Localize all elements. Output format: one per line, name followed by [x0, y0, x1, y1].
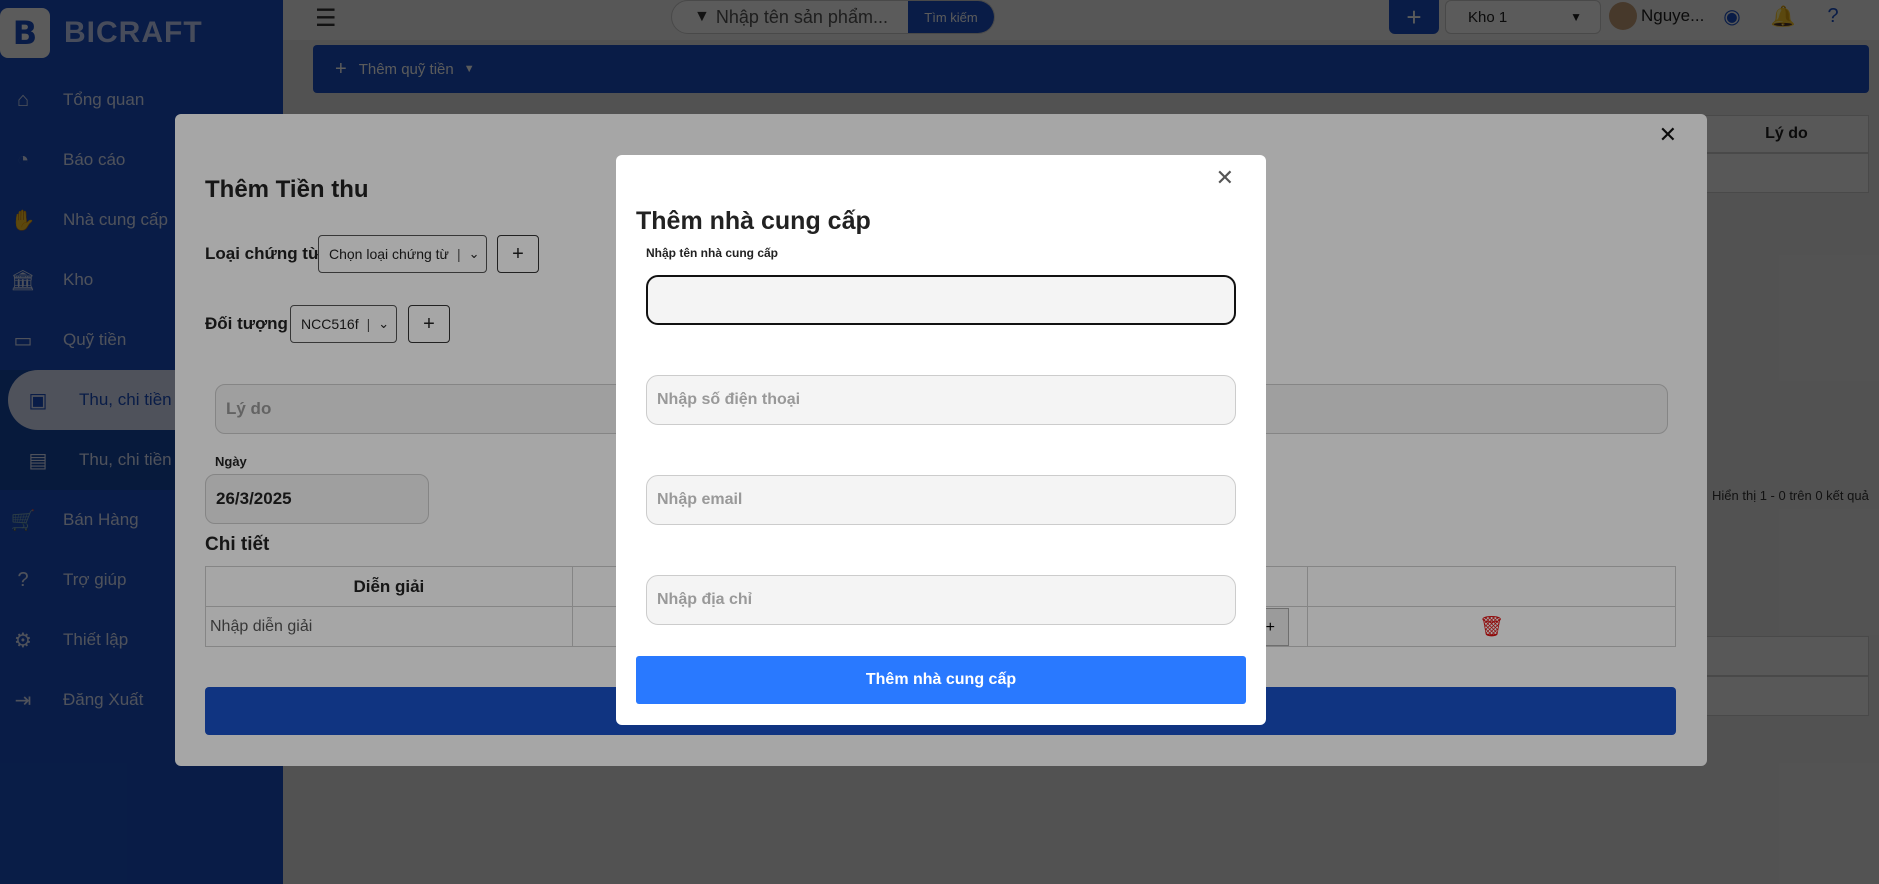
add-supplier-modal: ✕ Thêm nhà cung cấp Nhập tên nhà cung cấ…	[616, 155, 1266, 725]
phone-input[interactable]: Nhập số điện thoại	[646, 375, 1236, 425]
supplier-name-input[interactable]	[646, 275, 1236, 325]
supplier-name-label: Nhập tên nhà cung cấp	[646, 246, 779, 260]
address-input[interactable]: Nhập địa chỉ	[646, 575, 1236, 625]
close-icon[interactable]: ✕	[1216, 165, 1234, 191]
app-root: B BICRAFT ⌂ Tổng quan ◔ Báo cáo ✋ Nhà cu…	[0, 0, 1879, 884]
add-supplier-button[interactable]: Thêm nhà cung cấp	[636, 656, 1246, 704]
email-input[interactable]: Nhập email	[646, 475, 1236, 525]
modal-title: Thêm nhà cung cấp	[636, 207, 871, 235]
